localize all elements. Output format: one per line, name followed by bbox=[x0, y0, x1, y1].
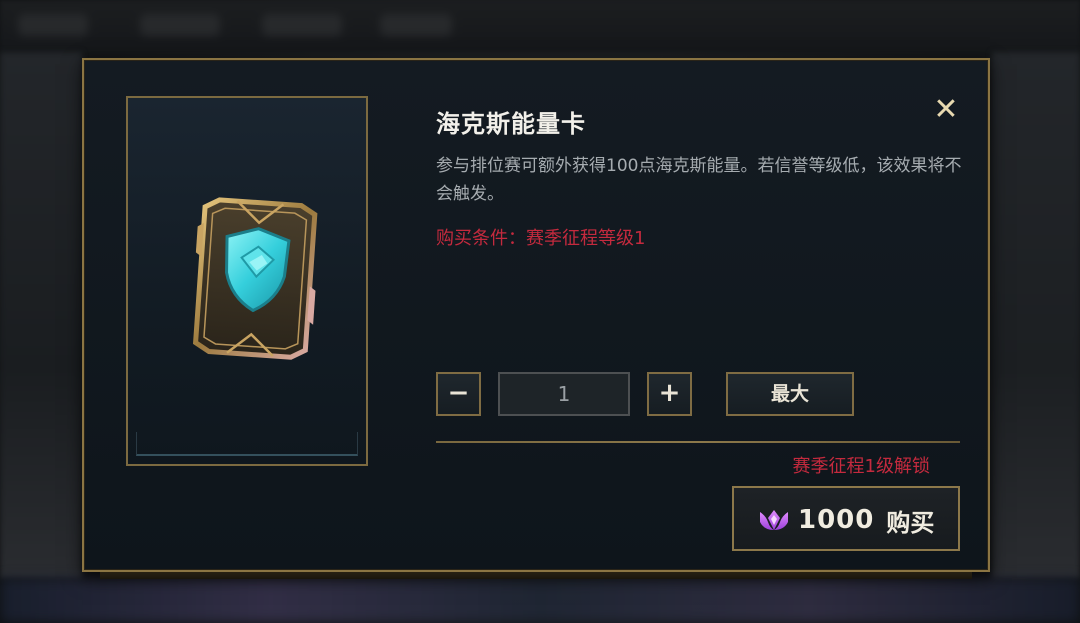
buy-price-row: 1000 购买 bbox=[756, 504, 935, 537]
hextech-energy-card-icon bbox=[192, 197, 318, 360]
divider bbox=[436, 441, 960, 443]
background-top-bar bbox=[0, 0, 1080, 52]
item-title: 海克斯能量卡 bbox=[436, 110, 586, 138]
purchase-condition: 购买条件：赛季征程等级1 bbox=[436, 228, 646, 249]
background-nav-blob bbox=[18, 14, 88, 36]
max-quantity-button[interactable]: 最大 bbox=[726, 372, 854, 416]
quantity-field[interactable]: 1 bbox=[498, 372, 630, 416]
background-left bbox=[0, 52, 82, 578]
item-description: 参与排位赛可额外获得100点海克斯能量。若信誉等级低，该效果将不会触发。 bbox=[436, 156, 962, 204]
card-panel-inner-edge bbox=[136, 432, 358, 456]
background-bottom bbox=[0, 578, 1080, 623]
background-nav-blob bbox=[380, 14, 452, 36]
background-nav-blob bbox=[140, 14, 220, 36]
background-right bbox=[992, 52, 1080, 578]
buy-price: 1000 bbox=[798, 505, 875, 535]
increase-quantity-button[interactable]: + bbox=[647, 372, 692, 416]
blue-essence-icon bbox=[760, 510, 788, 530]
background-nav-blob bbox=[262, 14, 342, 36]
unlock-requirement: 赛季征程1级解锁 bbox=[792, 456, 930, 477]
buy-label: 购买 bbox=[886, 508, 935, 537]
decrease-quantity-button[interactable]: − bbox=[436, 372, 481, 416]
close-button[interactable]: ✕ bbox=[932, 95, 960, 125]
item-preview-panel bbox=[126, 96, 368, 466]
dialog-bottom-rim bbox=[100, 572, 972, 579]
purchase-dialog: ✕ 海克斯能量卡 参与排位赛可额外获得100点海克斯能量。若信誉等级低，该效果将… bbox=[82, 58, 990, 572]
buy-button[interactable]: 1000 购买 bbox=[732, 486, 960, 551]
